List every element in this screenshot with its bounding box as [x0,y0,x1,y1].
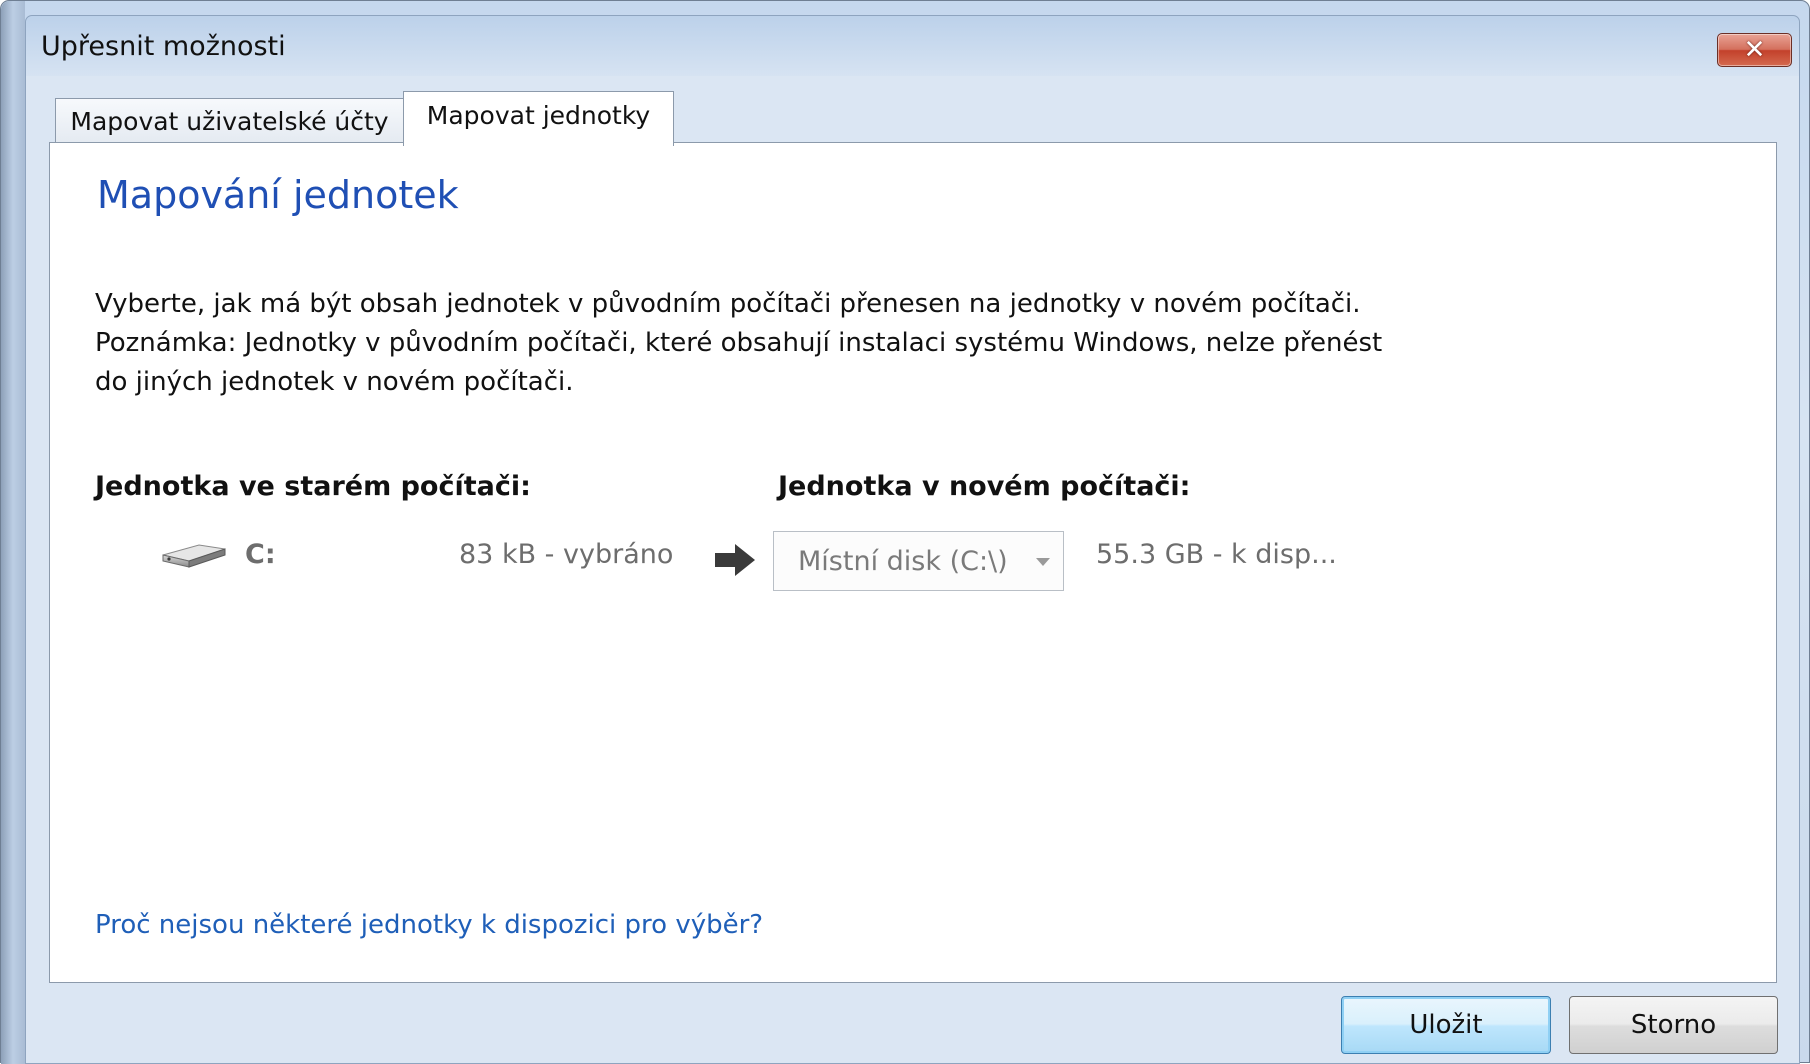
new-drive-label: Jednotka v novém počítači: [778,471,1191,502]
target-drive-select[interactable]: Místní disk (C:\) [773,531,1064,591]
page-title: Mapování jednotek [97,173,459,217]
drive-letter: C: [245,539,276,570]
close-button[interactable]: ✕ [1717,33,1792,67]
window-frame-edge [1,1,25,1064]
arrow-right-icon [715,544,755,576]
help-link[interactable]: Proč nejsou některé jednotky k dispozici… [95,910,763,940]
tab-map-user-accounts[interactable]: Mapovat uživatelské účty [55,98,404,144]
target-free-space: 55.3 GB - k disp... [1096,539,1337,570]
close-icon: ✕ [1743,35,1766,65]
old-drive-label: Jednotka ve starém počítači: [95,471,531,502]
description-line: do jiných jednotek v novém počítači. [95,367,574,397]
description-line: Vyberte, jak má být obsah jednotek v pův… [95,289,1361,319]
hard-drive-icon [162,544,226,568]
cancel-button[interactable]: Storno [1569,996,1778,1054]
tab-map-drives[interactable]: Mapovat jednotky [403,91,674,146]
dialog-window: Upřesnit možnosti ✕ Mapovat uživatelské … [0,0,1810,1064]
save-button[interactable]: Uložit [1341,996,1551,1054]
description: Vyberte, jak má být obsah jednotek v pův… [95,285,1445,402]
description-line: Poznámka: Jednotky v původním počítači, … [95,328,1383,358]
drive-size: 83 kB - vybráno [459,539,674,570]
target-drive-value: Místní disk (C:\) [798,545,1008,577]
chevron-down-icon [1036,558,1050,566]
window-title: Upřesnit možnosti [41,31,286,62]
